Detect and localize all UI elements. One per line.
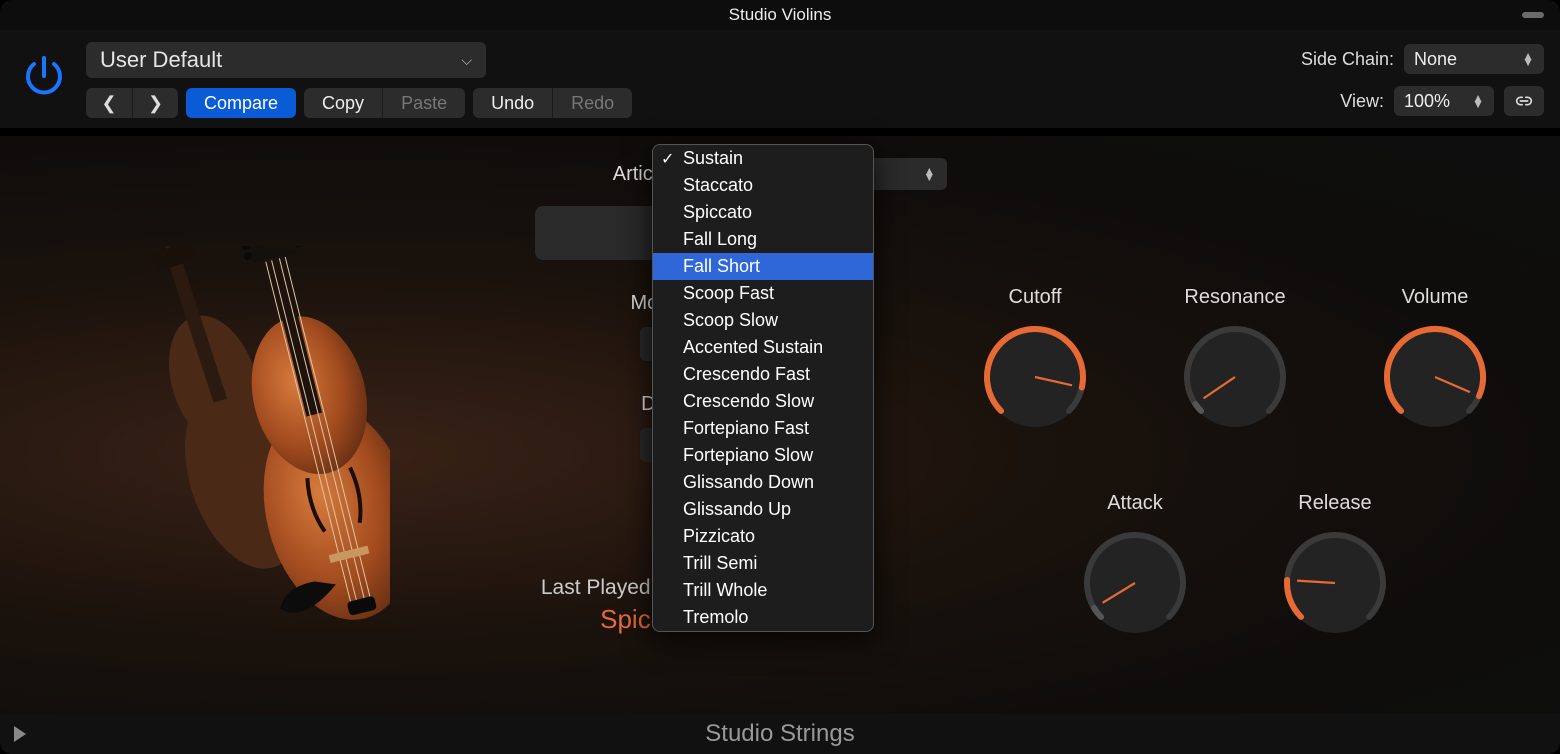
resonance-label: Resonance <box>1184 286 1285 309</box>
dropdown-item[interactable]: Trill Whole <box>653 577 873 604</box>
release-label: Release <box>1298 492 1371 515</box>
volume-knob-group: Volume <box>1370 286 1500 433</box>
dropdown-item[interactable]: Fortepiano Slow <box>653 442 873 469</box>
dropdown-item[interactable]: Pizzicato <box>653 523 873 550</box>
dropdown-item[interactable]: Scoop Fast <box>653 280 873 307</box>
power-icon <box>20 52 68 100</box>
window-title: Studio Violins <box>729 5 832 25</box>
cutoff-label: Cutoff <box>1009 286 1062 309</box>
updown-icon: ▲▼ <box>1472 95 1484 107</box>
dropdown-item[interactable]: Glissando Down <box>653 469 873 496</box>
footer-title: Studio Strings <box>705 720 854 748</box>
cutoff-knob-group: Cutoff <box>970 286 1100 433</box>
paste-button[interactable]: Paste <box>382 88 465 118</box>
dropdown-item[interactable]: Spiccato <box>653 199 873 226</box>
instrument-image <box>50 246 390 666</box>
release-knob-group: Release <box>1270 492 1400 639</box>
copy-button[interactable]: Copy <box>304 88 382 118</box>
view-value: 100% <box>1404 91 1450 112</box>
view-select[interactable]: 100% ▲▼ <box>1394 86 1494 116</box>
sidechain-label: Side Chain: <box>1301 49 1394 70</box>
dropdown-item[interactable]: Glissando Up <box>653 496 873 523</box>
window-grip-icon <box>1522 12 1544 18</box>
articulation-dropdown[interactable]: ✓SustainStaccatoSpiccatoFall LongFall Sh… <box>652 144 874 632</box>
dropdown-item[interactable]: Crescendo Slow <box>653 388 873 415</box>
dropdown-item[interactable]: Fall Short <box>653 253 873 280</box>
footer-bar: Studio Strings <box>0 714 1560 754</box>
prev-preset-button[interactable]: ❮ <box>86 88 132 118</box>
window-titlebar: Studio Violins <box>0 0 1560 30</box>
resonance-knob[interactable] <box>1179 321 1291 433</box>
release-knob[interactable] <box>1279 527 1391 639</box>
cutoff-knob[interactable] <box>979 321 1091 433</box>
volume-label: Volume <box>1402 286 1469 309</box>
compare-button[interactable]: Compare <box>186 88 296 118</box>
attack-label: Attack <box>1107 492 1163 515</box>
redo-button[interactable]: Redo <box>552 88 632 118</box>
updown-icon: ▲▼ <box>1522 53 1534 65</box>
attack-knob-group: Attack <box>1070 492 1200 639</box>
sidechain-value: None <box>1414 49 1457 70</box>
dropdown-item[interactable]: Scoop Slow <box>653 307 873 334</box>
updown-icon: ▲▼ <box>923 168 935 180</box>
chevron-down-icon: ⌵ <box>461 52 472 69</box>
sidechain-select[interactable]: None ▲▼ <box>1404 44 1544 74</box>
dropdown-item[interactable]: Trill Semi <box>653 550 873 577</box>
view-label: View: <box>1340 91 1384 112</box>
power-button[interactable] <box>16 48 72 104</box>
disclosure-play-button[interactable] <box>14 726 26 742</box>
check-icon: ✓ <box>661 149 674 169</box>
link-icon <box>1513 94 1535 108</box>
undo-button[interactable]: Undo <box>473 88 552 118</box>
link-button[interactable] <box>1504 86 1544 116</box>
dropdown-item[interactable]: Tremolo <box>653 604 873 631</box>
dropdown-item[interactable]: Fortepiano Fast <box>653 415 873 442</box>
dropdown-item[interactable]: Crescendo Fast <box>653 361 873 388</box>
dropdown-item[interactable]: Fall Long <box>653 226 873 253</box>
next-preset-button[interactable]: ❯ <box>132 88 178 118</box>
dropdown-item[interactable]: ✓Sustain <box>653 145 873 172</box>
attack-knob[interactable] <box>1079 527 1191 639</box>
dropdown-item[interactable]: Staccato <box>653 172 873 199</box>
resonance-knob-group: Resonance <box>1170 286 1300 433</box>
dropdown-item[interactable]: Accented Sustain <box>653 334 873 361</box>
preset-select[interactable]: User Default ⌵ <box>86 42 486 78</box>
preset-name: User Default <box>100 47 222 73</box>
volume-knob[interactable] <box>1379 321 1491 433</box>
